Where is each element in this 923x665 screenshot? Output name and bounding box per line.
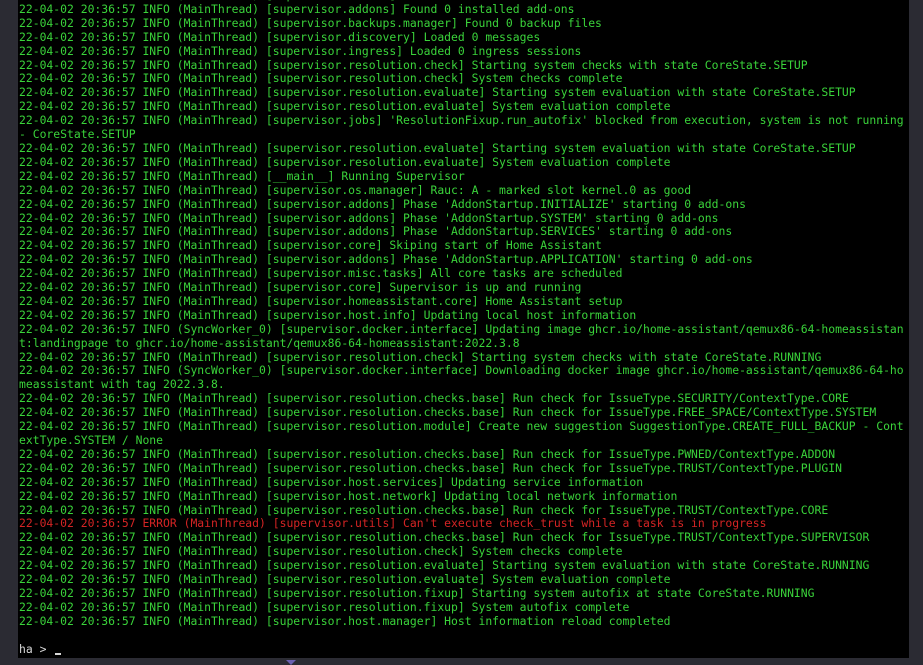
- log-line: 22-04-02 20:36:57 INFO (MainThread) [sup…: [19, 85, 856, 100]
- log-line: 22-04-02 20:36:57 INFO (MainThread) [sup…: [19, 280, 582, 295]
- log-line: 22-04-02 20:36:57 INFO (SyncWorker_0) [s…: [19, 363, 904, 392]
- log-line: 22-04-02 20:36:57 INFO (MainThread) [sup…: [19, 419, 904, 447]
- log-line: 22-04-02 20:36:57 INFO (MainThread) [sup…: [19, 558, 870, 573]
- log-line: 22-04-02 20:36:57 INFO (MainThread) [sup…: [19, 140, 856, 155]
- log-line: 22-04-02 20:36:57 INFO (MainThread) [sup…: [19, 252, 753, 267]
- log-line: 22-04-02 20:36:57 INFO (MainThread) [sup…: [19, 57, 808, 72]
- log-line: 22-04-02 20:36:57 INFO (MainThread) [sup…: [19, 349, 822, 364]
- log-line-error: 22-04-02 20:36:57 ERROR (MainThread) [su…: [19, 516, 767, 531]
- log-line: 22-04-02 20:36:57 INFO (MainThread) [sup…: [19, 71, 623, 86]
- log-line: 22-04-02 20:36:57 INFO (MainThread) [sup…: [19, 599, 630, 614]
- window-edge: [909, 0, 923, 665]
- log-line: 22-04-02 20:36:57 INFO (MainThread) [sup…: [19, 43, 582, 58]
- log-line: 22-04-02 20:36:57 INFO (MainThread) [sup…: [19, 238, 602, 253]
- log-line: 22-04-02 20:36:57 INFO (MainThread) [sup…: [19, 15, 602, 30]
- log-line: 22-04-02 20:36:57 INFO (MainThread) [__m…: [19, 168, 465, 183]
- log-line: 22-04-02 20:36:57 INFO (MainThread) [sup…: [19, 224, 733, 239]
- log-line: 22-04-02 20:36:57 INFO (MainThread) [sup…: [19, 502, 829, 517]
- text-cursor: [55, 653, 62, 655]
- log-line: 22-04-02 20:36:57 INFO (MainThread) [sup…: [19, 530, 870, 545]
- command-prompt[interactable]: ha >: [19, 642, 62, 657]
- log-line: 22-04-02 20:36:57 INFO (MainThread) [sup…: [19, 293, 623, 308]
- log-line: 22-04-02 20:36:57 INFO (MainThread) [sup…: [19, 474, 644, 489]
- log-line: 22-04-02 20:36:57 INFO (MainThread) [sup…: [19, 29, 541, 44]
- log-output: 22-04-02 20:36:57 INFO (MainThread) [sup…: [19, 0, 909, 629]
- log-line: 22-04-02 20:36:57 INFO (MainThread) [sup…: [19, 99, 671, 114]
- terminal-screen[interactable]: 22-04-02 20:36:57 INFO (MainThread) [sup…: [18, 0, 909, 658]
- log-line: 22-04-02 20:36:57 INFO (MainThread) [sup…: [19, 460, 842, 475]
- log-line: 22-04-02 20:36:57 INFO (MainThread) [sup…: [19, 446, 836, 461]
- log-line: 22-04-02 20:36:57 INFO (MainThread) [sup…: [19, 544, 623, 559]
- log-line: 22-04-02 20:36:57 INFO (MainThread) [sup…: [19, 391, 849, 406]
- log-line: 22-04-02 20:36:57 INFO (MainThread) [sup…: [19, 585, 815, 600]
- log-line: 22-04-02 20:36:57 INFO (MainThread) [sup…: [19, 182, 692, 197]
- console-window: 22-04-02 20:36:57 INFO (MainThread) [sup…: [0, 0, 923, 665]
- log-line: 22-04-02 20:36:57 INFO (MainThread) [sup…: [19, 488, 678, 503]
- log-line: 22-04-02 20:36:57 INFO (MainThread) [sup…: [19, 113, 904, 142]
- log-line: 22-04-02 20:36:57 INFO (MainThread) [sup…: [19, 196, 746, 211]
- log-line: 22-04-02 20:36:57 INFO (MainThread) [sup…: [19, 307, 637, 322]
- log-line: 22-04-02 20:36:57 INFO (MainThread) [sup…: [19, 1, 575, 16]
- log-line: 22-04-02 20:36:57 INFO (MainThread) [sup…: [19, 210, 719, 225]
- log-line: 22-04-02 20:36:57 INFO (SyncWorker_0) [s…: [19, 321, 904, 350]
- log-line: 22-04-02 20:36:57 INFO (MainThread) [sup…: [19, 266, 623, 281]
- log-line: 22-04-02 20:36:57 INFO (MainThread) [sup…: [19, 405, 877, 420]
- prompt-label: ha >: [19, 642, 54, 656]
- log-line: 22-04-02 20:36:57 INFO (MainThread) [sup…: [19, 613, 671, 628]
- log-line: 22-04-02 20:36:57 INFO (MainThread) [sup…: [19, 572, 671, 587]
- chevron-down-icon: [286, 660, 296, 665]
- log-line: 22-04-02 20:36:57 INFO (MainThread) [sup…: [19, 154, 671, 169]
